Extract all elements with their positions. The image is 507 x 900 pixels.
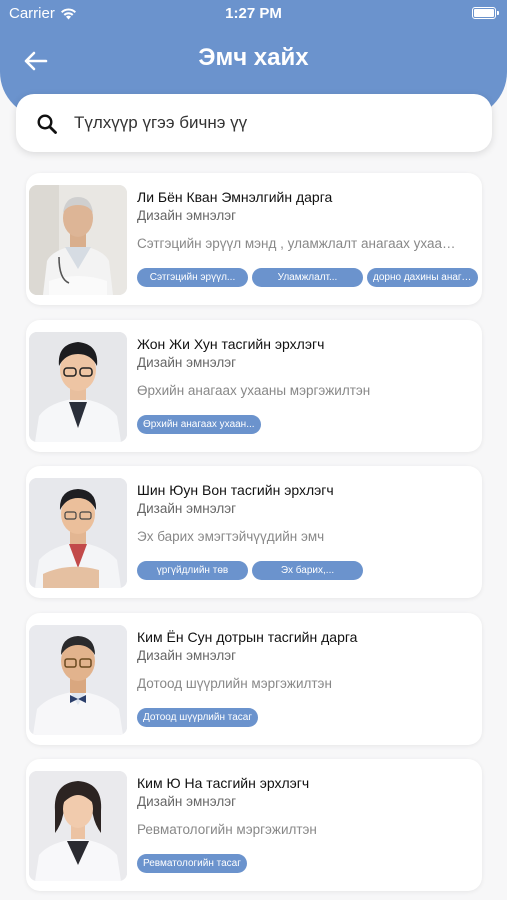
- specialty-tag[interactable]: Уламжлалт...: [252, 268, 363, 287]
- doctor-card[interactable]: Жон Жи Хун тасгийн эрхлэгч Дизайн эмнэлэ…: [26, 319, 482, 452]
- doctor-card[interactable]: Ли Бён Кван Эмнэлгийн дарга Дизайн эмнэл…: [26, 173, 482, 305]
- tag-list: Ревматологийн тасаг: [137, 854, 247, 873]
- doctor-photo: [29, 624, 127, 735]
- tag-list: Өрхийн анагаах ухаан...: [137, 414, 261, 434]
- doctor-name: Ким Ён Сун дотрын тасгийн дарга: [137, 628, 358, 645]
- doctor-hospital: Дизайн эмнэлэг: [137, 501, 237, 516]
- doctor-hospital: Дизайн эмнэлэг: [137, 354, 237, 370]
- specialty-tag[interactable]: Ревматологийн тасаг: [137, 854, 247, 873]
- doctor-card[interactable]: Шин Юун Вон тасгийн эрхлэгч Дизайн эмнэл…: [26, 466, 482, 598]
- doctor-name: Шин Юун Вон тасгийн эрхлэгч: [137, 482, 334, 498]
- battery-icon: [472, 7, 499, 19]
- specialty-tag[interactable]: Эх барих,...: [252, 561, 363, 580]
- doctor-photo: [29, 331, 127, 442]
- status-bar: Carrier 1:27 PM: [0, 0, 507, 26]
- doctor-specialty: Дотоод шүүрлийн мэргэжилтэн: [137, 675, 332, 691]
- doctor-specialty: Эх барих эмэгтэйчүүдийн эмч: [137, 529, 325, 544]
- specialty-tag[interactable]: Өрхийн анагаах ухаан...: [137, 414, 261, 434]
- doctor-specialty: Өрхийн анагаах ухааны мэргэжилтэн: [137, 382, 371, 398]
- doctor-list: Ли Бён Кван Эмнэлгийн дарга Дизайн эмнэл…: [26, 173, 482, 900]
- doctor-name: Жон Жи Хун тасгийн эрхлэгч: [137, 335, 325, 352]
- doctor-hospital: Дизайн эмнэлэг: [137, 794, 237, 809]
- doctor-name: Ким Ю На тасгийн эрхлэгч: [137, 775, 310, 791]
- search-icon: [37, 114, 57, 134]
- doctor-card[interactable]: Ким Ён Сун дотрын тасгийн дарга Дизайн э…: [26, 612, 482, 745]
- doctor-specialty: Сэтгэцийн эрүүл мэнд , уламжлалт анагаах…: [137, 236, 462, 251]
- tag-list: Дотоод шүүрлийн тасаг: [137, 707, 258, 727]
- specialty-tag[interactable]: Дотоод шүүрлийн тасаг: [137, 707, 258, 727]
- doctor-name: Ли Бён Кван Эмнэлгийн дарга: [137, 189, 333, 205]
- page-title: Эмч хайх: [198, 44, 309, 71]
- doctor-photo: [29, 185, 127, 295]
- specialty-tag[interactable]: үргүйдлийн төв: [137, 561, 248, 580]
- status-time: 1:27 PM: [225, 5, 282, 22]
- specialty-tag[interactable]: дорно дахины анагаа...: [367, 268, 478, 287]
- doctor-hospital: Дизайн эмнэлэг: [137, 208, 237, 223]
- search-box[interactable]: [16, 94, 492, 152]
- doctor-photo: [29, 478, 127, 588]
- specialty-tag[interactable]: Сэтгэцийн эрүүл...: [137, 268, 248, 287]
- doctor-photo: [29, 771, 127, 881]
- doctor-card[interactable]: Ким Ю На тасгийн эрхлэгч Дизайн эмнэлэг …: [26, 759, 482, 891]
- tag-list: Сэтгэцийн эрүүл... Уламжлалт... дорно да…: [137, 268, 478, 287]
- search-input[interactable]: [74, 104, 474, 142]
- doctor-specialty: Ревматологийн мэргэжилтэн: [137, 822, 317, 837]
- doctor-hospital: Дизайн эмнэлэг: [137, 647, 237, 663]
- tag-list: үргүйдлийн төв Эх барих,...: [137, 561, 363, 580]
